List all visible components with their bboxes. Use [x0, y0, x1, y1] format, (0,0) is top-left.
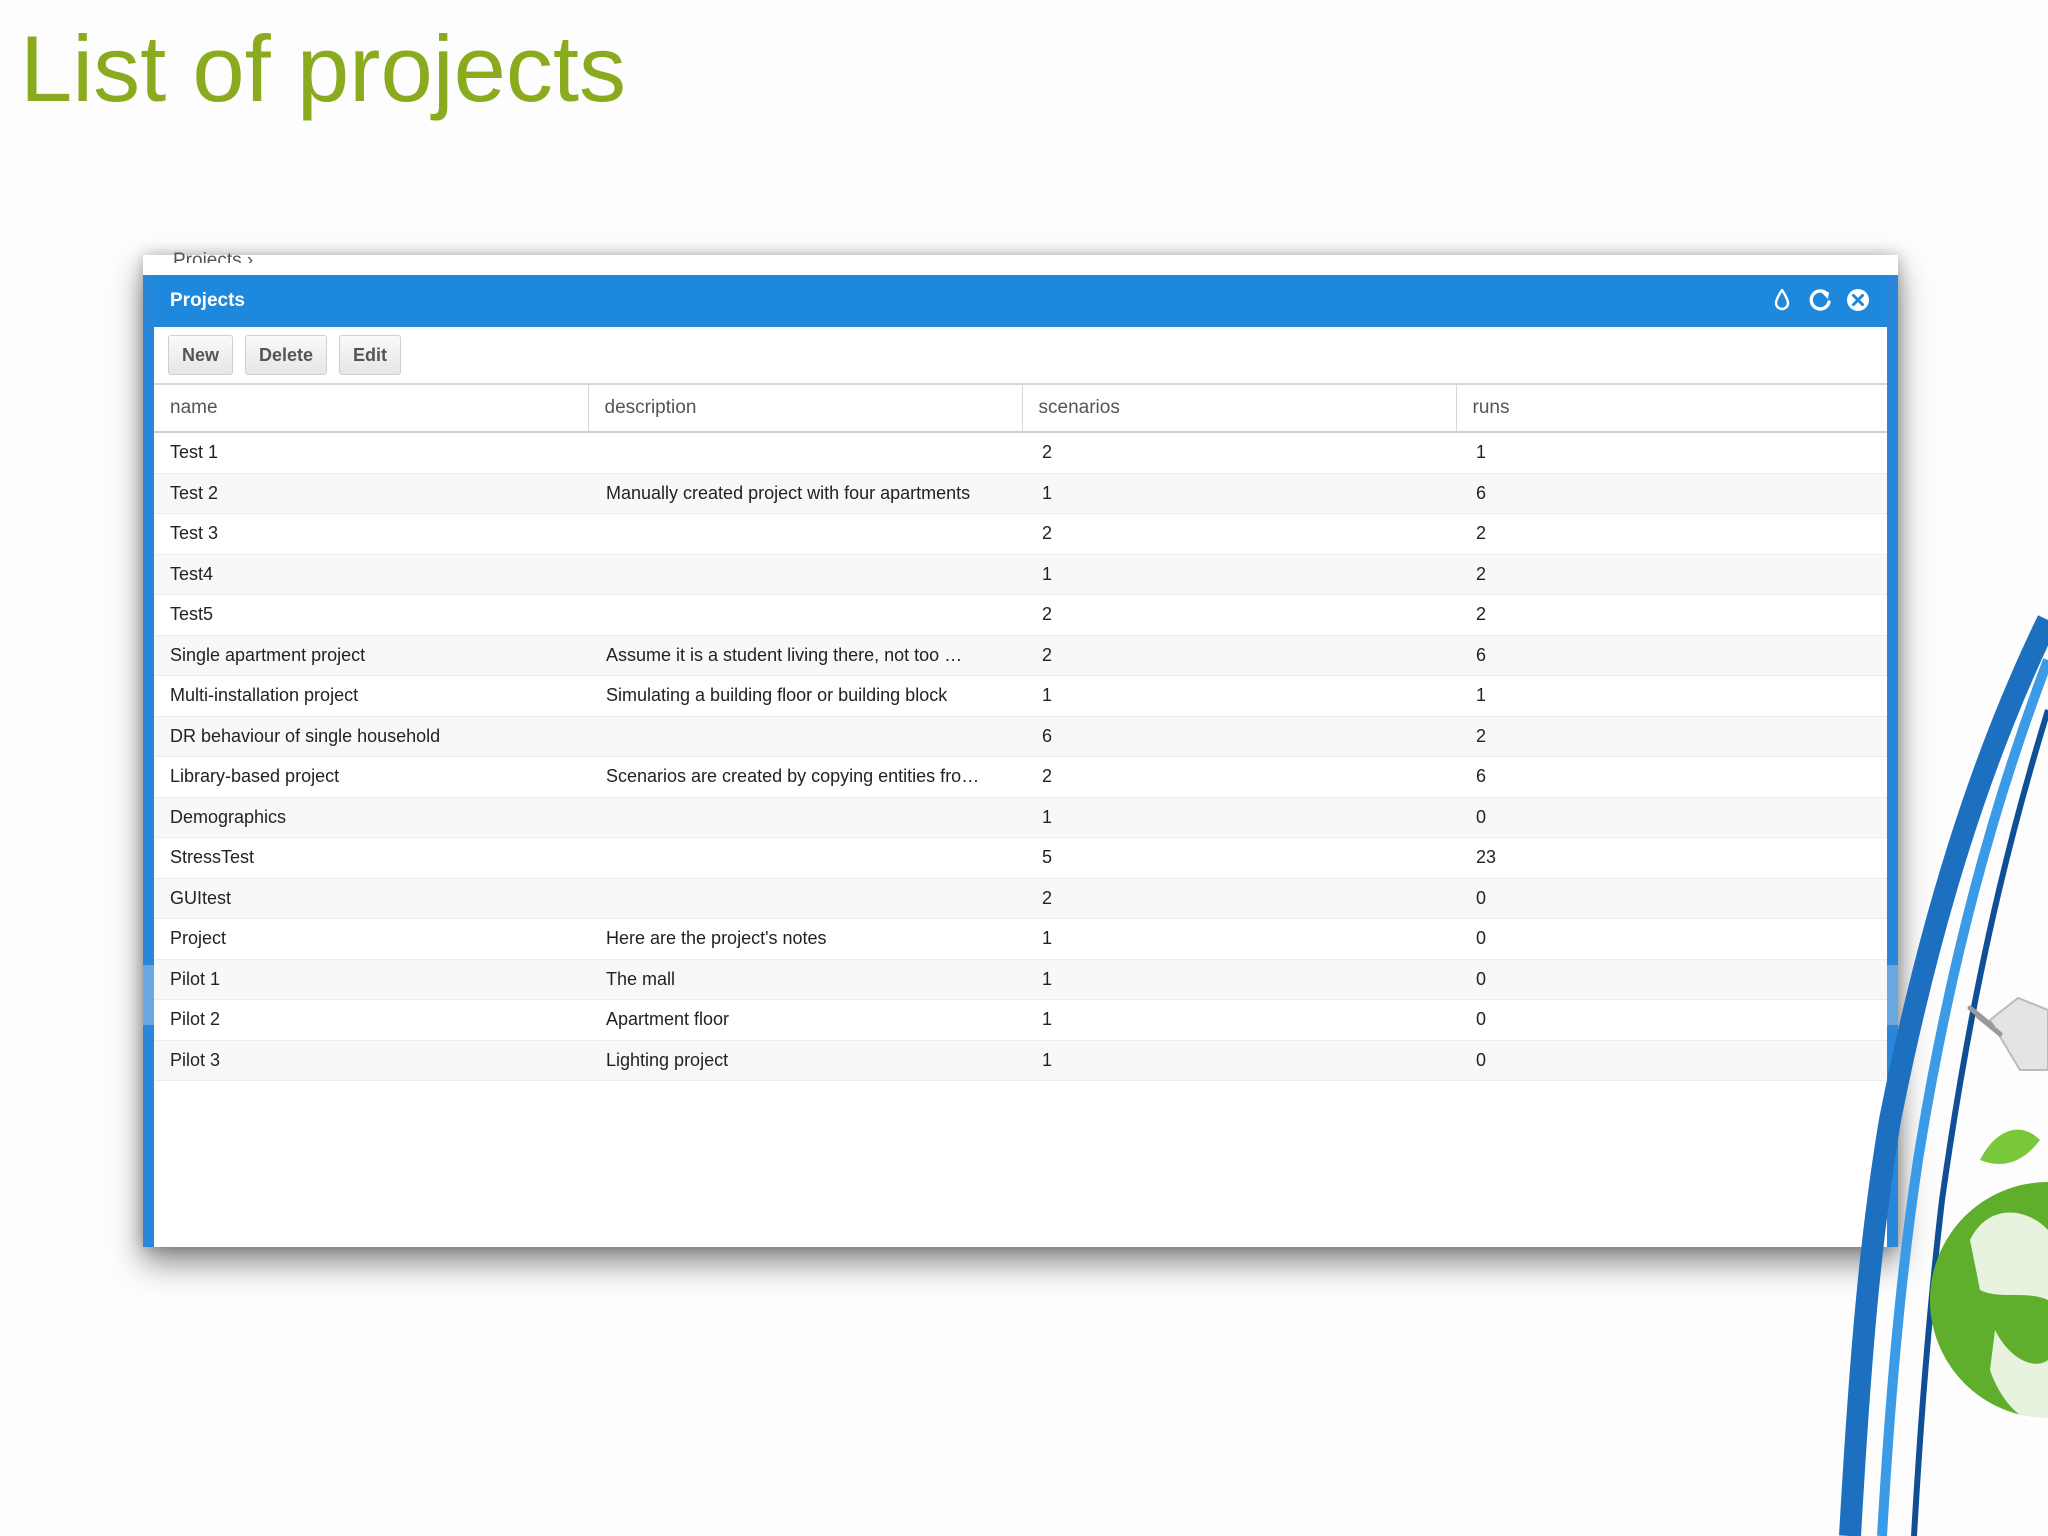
- cell-name: Test 2: [154, 473, 588, 514]
- table-row[interactable]: Multi-installation project Simulating a b…: [154, 675, 1887, 717]
- cell-description: [588, 878, 1022, 919]
- cell-name: Pilot 3: [154, 1040, 588, 1081]
- breadcrumb[interactable]: Projects ›: [173, 247, 253, 263]
- cell-description: [588, 432, 1022, 474]
- cell-scenarios: 1: [1022, 999, 1456, 1041]
- cell-name: Test5: [154, 594, 588, 636]
- cell-name: DR behaviour of single household: [154, 716, 588, 757]
- table-row[interactable]: StressTest 5 23: [154, 837, 1887, 879]
- column-header-scenarios[interactable]: scenarios: [1022, 385, 1457, 433]
- delete-button[interactable]: Delete: [245, 335, 328, 375]
- table-body: Test 1 2 1 Test 2 Manually created project w…: [154, 432, 1887, 1081]
- cell-name: Multi-installation project: [154, 675, 588, 717]
- cell-scenarios: 2: [1022, 432, 1456, 474]
- cell-name: Demographics: [154, 797, 588, 838]
- cell-scenarios: 5: [1022, 837, 1456, 879]
- cell-name: Project: [154, 918, 588, 960]
- edit-button[interactable]: Edit: [339, 335, 402, 375]
- cell-description: The mall: [588, 959, 1022, 1000]
- cell-scenarios: 2: [1022, 878, 1456, 919]
- cell-scenarios: 1: [1022, 1040, 1456, 1081]
- plug-icon: [1967, 996, 2048, 1071]
- cell-name: Library-based project: [154, 756, 588, 798]
- cell-name: Test4: [154, 554, 588, 595]
- table-row[interactable]: Project Here are the project's notes 1 0: [154, 918, 1887, 960]
- cell-name: Pilot 1: [154, 959, 588, 1000]
- window-frame-left: [143, 275, 154, 1247]
- cell-description: Here are the project's notes: [588, 918, 1022, 960]
- decorative-swoosh-globe: [1839, 615, 2048, 1536]
- table-row[interactable]: Test 3 22: [154, 513, 1887, 555]
- cell-scenarios: 2: [1022, 513, 1456, 555]
- new-button[interactable]: New: [168, 335, 234, 375]
- cell-name: Test 1: [154, 432, 588, 474]
- cell-name: Test 3: [154, 513, 588, 555]
- cell-description: [588, 837, 1022, 879]
- cell-scenarios: 1: [1022, 797, 1456, 838]
- table-row[interactable]: Pilot 2 Apartment floor 1 0: [154, 999, 1887, 1041]
- cell-scenarios: 1: [1022, 675, 1456, 717]
- cell-runs: 2: [1456, 554, 1887, 595]
- cell-description: [588, 554, 1022, 595]
- table-row[interactable]: Test 1 21: [154, 432, 1887, 474]
- slide: List of projects Projects › Projects New: [0, 0, 2048, 1536]
- cell-description: [588, 594, 1022, 636]
- table-row[interactable]: Demographics 1 0: [154, 797, 1887, 838]
- cell-description: [588, 716, 1022, 757]
- column-header-description[interactable]: description: [588, 385, 1023, 433]
- cell-scenarios: 1: [1022, 473, 1456, 514]
- cell-description: [588, 513, 1022, 555]
- table-row[interactable]: GUItest 2 0: [154, 878, 1887, 919]
- table-row[interactable]: Library-based project Scenarios are creat…: [154, 756, 1887, 798]
- header-icons: [1767, 285, 1873, 315]
- drop-icon[interactable]: [1767, 285, 1797, 315]
- cell-name: GUItest: [154, 878, 588, 919]
- cell-scenarios: 2: [1022, 635, 1456, 676]
- cell-scenarios: 2: [1022, 756, 1456, 798]
- cell-scenarios: 2: [1022, 594, 1456, 636]
- cell-scenarios: 1: [1022, 959, 1456, 1000]
- cell-runs: 1: [1456, 432, 1887, 474]
- table-row[interactable]: Test 2 Manually created project with four…: [154, 473, 1887, 514]
- toolbar: New Delete Edit: [154, 327, 1887, 385]
- cell-name: Single apartment project: [154, 635, 588, 676]
- cell-description: [588, 797, 1022, 838]
- refresh-icon[interactable]: [1805, 285, 1835, 315]
- projects-table: name description scenarios runs Test 121…: [154, 385, 1887, 1081]
- cell-scenarios: 1: [1022, 554, 1456, 595]
- cell-description: Apartment floor: [588, 999, 1022, 1041]
- collapse-handle-left[interactable]: [143, 965, 154, 1025]
- cell-description: Assume it is a student living there, not…: [588, 635, 1022, 676]
- cell-description: Simulating a building floor or building …: [588, 675, 1022, 717]
- cell-name: StressTest: [154, 837, 588, 879]
- app-screenshot: Projects › Projects New Delete Edit name…: [143, 250, 1898, 1247]
- cell-description: Lighting project: [588, 1040, 1022, 1081]
- table-row[interactable]: DR behaviour of single household 6 2: [154, 716, 1887, 757]
- cell-name: Pilot 2: [154, 999, 588, 1041]
- slide-title: List of projects: [20, 16, 627, 121]
- panel-header: Projects: [154, 275, 1887, 327]
- column-header-runs[interactable]: runs: [1456, 385, 1887, 433]
- cell-description: Scenarios are created by copying entitie…: [588, 756, 1022, 798]
- cell-scenarios: 1: [1022, 918, 1456, 960]
- table-row[interactable]: Pilot 1 The mall 1 0: [154, 959, 1887, 1000]
- table-row[interactable]: Test5 2 2: [154, 594, 1887, 636]
- column-header-name[interactable]: name: [154, 385, 589, 433]
- close-icon[interactable]: [1843, 285, 1873, 315]
- table-row[interactable]: Test4 1 2: [154, 554, 1887, 595]
- table-row[interactable]: Pilot 3 Lighting project 1 0: [154, 1040, 1887, 1081]
- cell-runs: 2: [1456, 513, 1887, 555]
- cell-description: Manually created project with four apart…: [588, 473, 1022, 514]
- cell-runs: 6: [1456, 473, 1887, 514]
- table-row[interactable]: Single apartment project Assume it is a s…: [154, 635, 1887, 676]
- panel-title: Projects: [170, 290, 245, 311]
- cell-scenarios: 6: [1022, 716, 1456, 757]
- table-header-row: name description scenarios runs: [154, 385, 1887, 433]
